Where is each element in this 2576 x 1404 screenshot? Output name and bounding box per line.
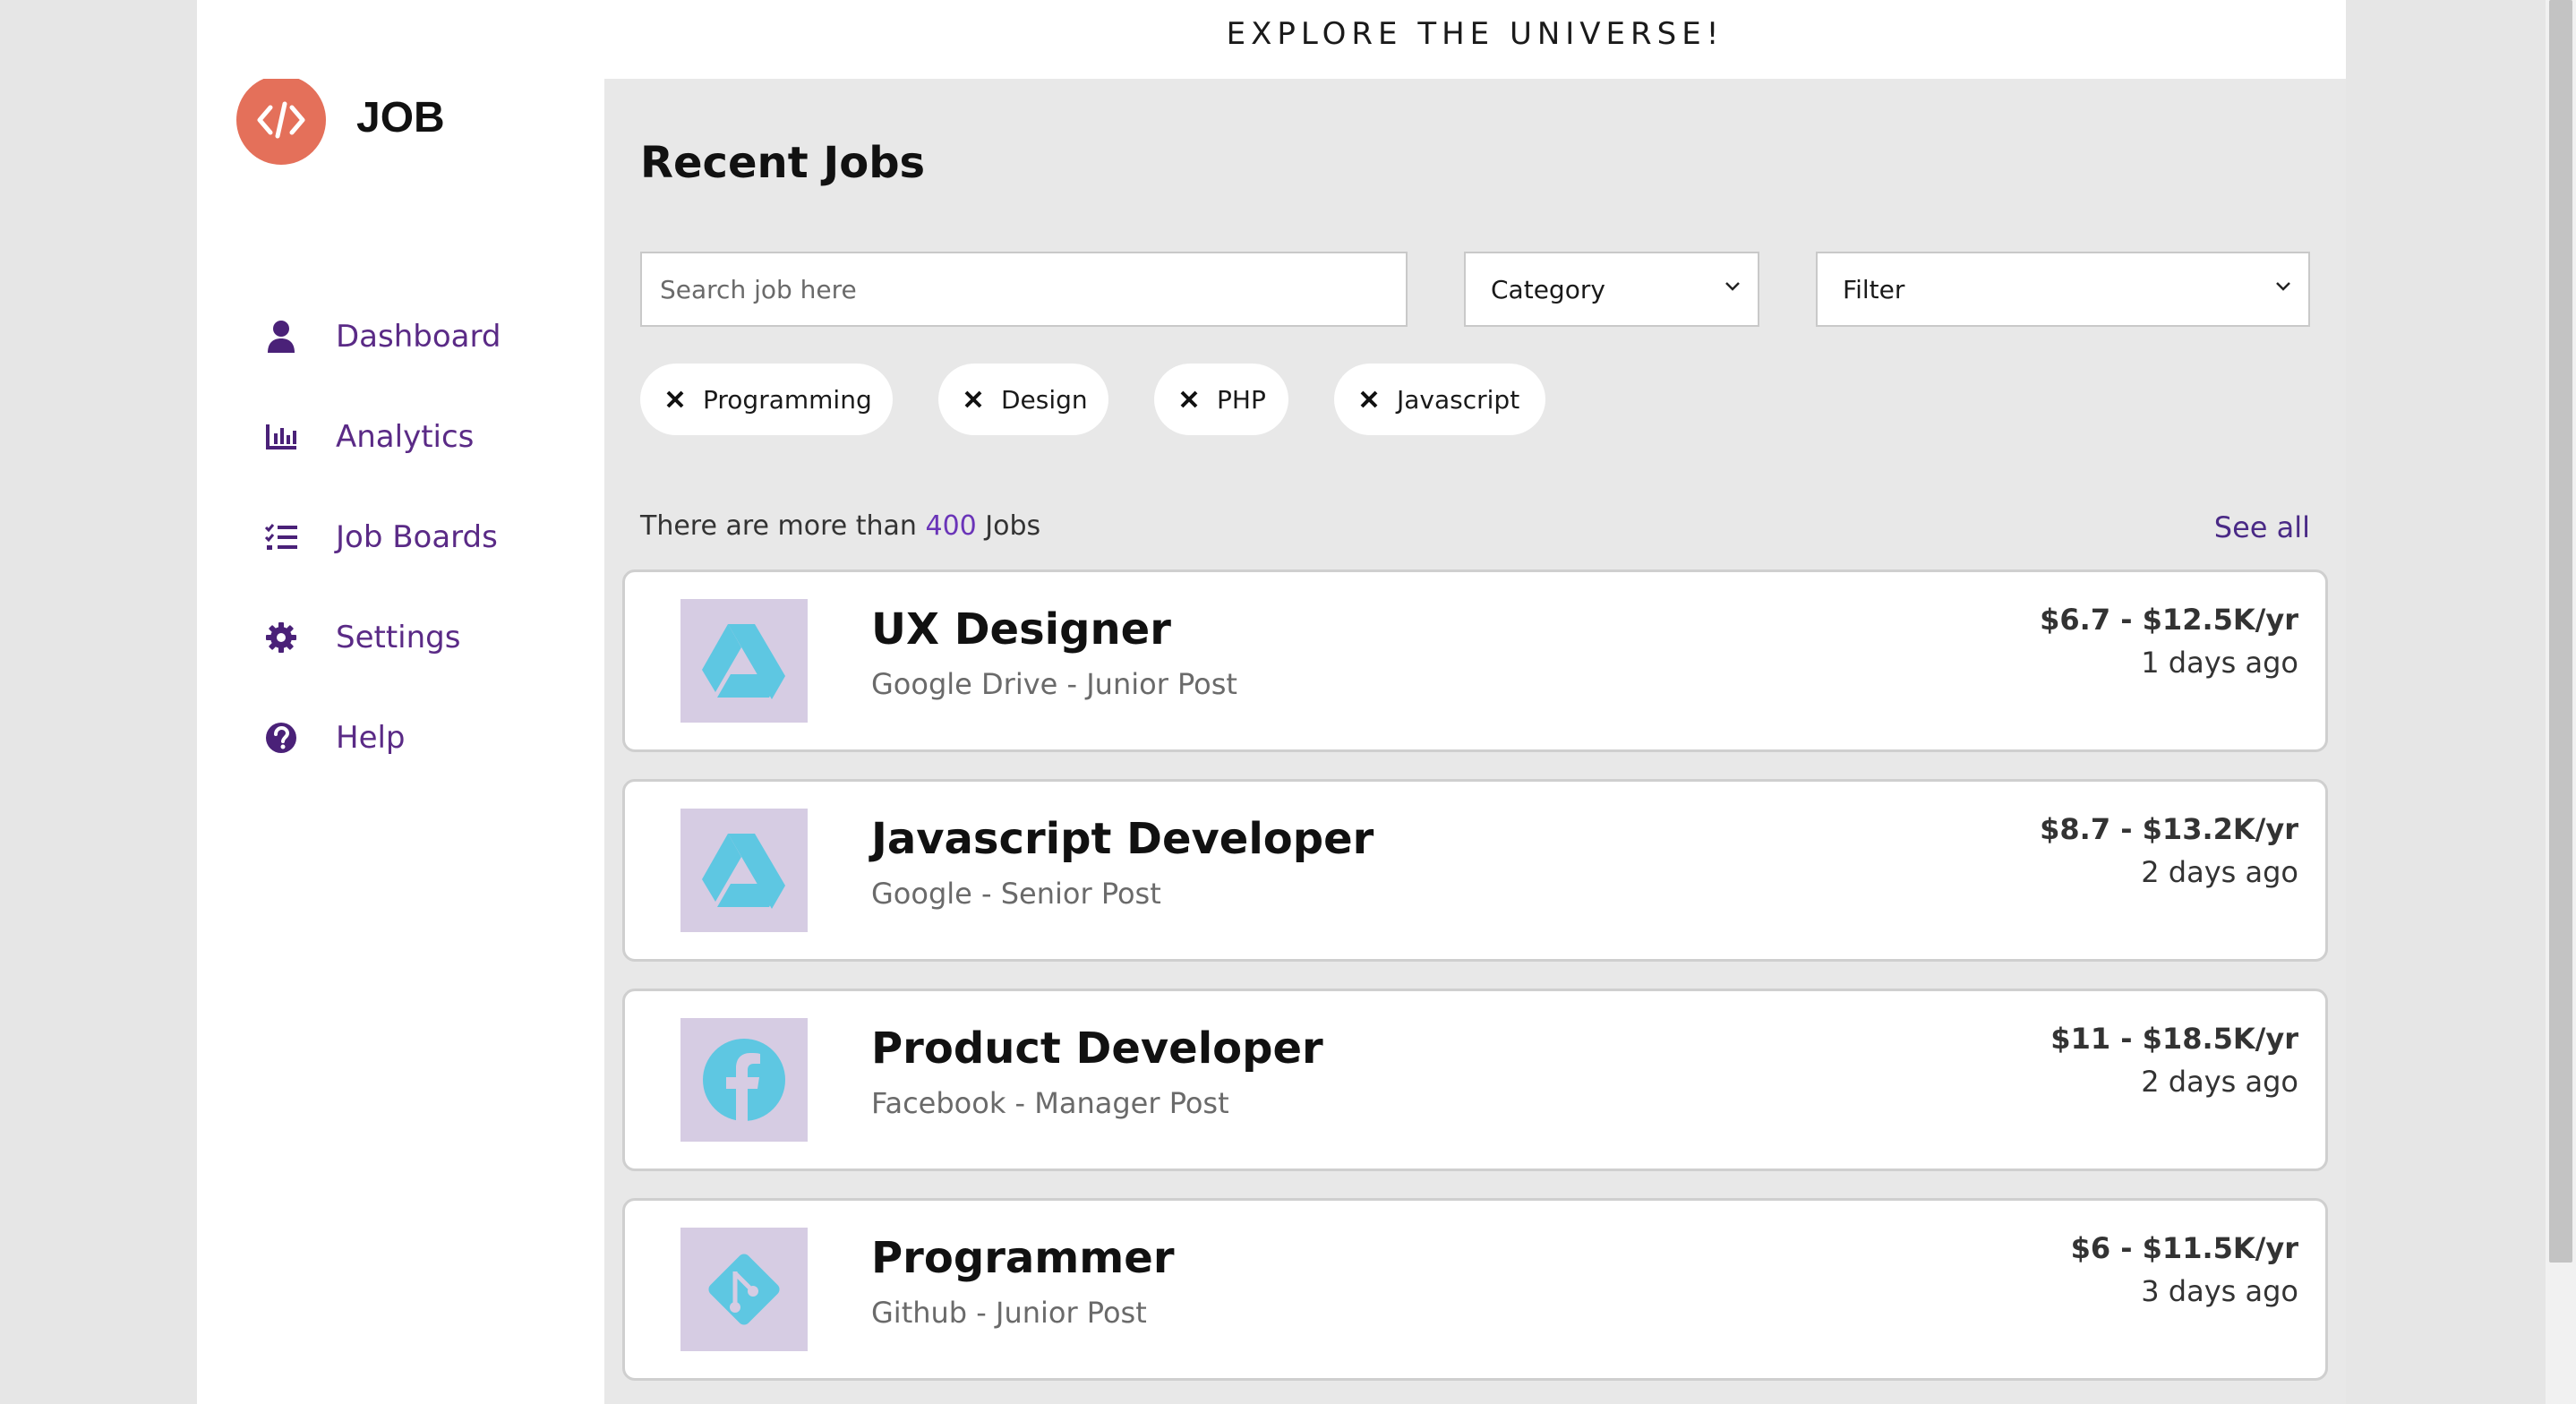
job-salary: $6 - $11.5K/yr	[2070, 1231, 2298, 1265]
close-icon[interactable]	[963, 390, 983, 409]
job-subtitle: Google - Senior Post	[871, 877, 1161, 911]
vertical-scrollbar[interactable]	[2546, 0, 2576, 1404]
facebook-icon	[680, 1018, 808, 1142]
sidebar-item-help[interactable]: Help	[197, 688, 604, 788]
tag-javascript[interactable]: Javascript	[1334, 364, 1545, 435]
job-count-suffix: Jobs	[976, 510, 1041, 542]
category-select-value: Category	[1491, 274, 1605, 304]
chevron-down-icon	[1725, 282, 1740, 291]
bar-chart-icon	[263, 419, 299, 455]
see-all-link[interactable]: See all	[2214, 510, 2310, 544]
google-drive-icon	[680, 809, 808, 932]
git-icon	[680, 1228, 808, 1351]
filter-select-value: Filter	[1843, 274, 1905, 304]
brand-name: JOB	[356, 94, 445, 141]
job-subtitle: Github - Junior Post	[871, 1296, 1147, 1330]
sidebar-item-dashboard[interactable]: Dashboard	[197, 287, 604, 387]
filter-select[interactable]: Filter	[1816, 252, 2310, 327]
job-posted-ago: 3 days ago	[2141, 1274, 2298, 1308]
tag-label: Programming	[703, 384, 872, 415]
tag-programming[interactable]: Programming	[640, 364, 893, 435]
job-card[interactable]: Product Developer Facebook - Manager Pos…	[622, 989, 2328, 1171]
job-card[interactable]: Javascript Developer Google - Senior Pos…	[622, 779, 2328, 962]
job-salary: $8.7 - $13.2K/yr	[2040, 812, 2298, 846]
sidebar-item-label: Job Boards	[336, 519, 498, 555]
job-posted-ago: 2 days ago	[2141, 855, 2298, 889]
search-input[interactable]	[640, 252, 1408, 327]
sidebar: JOB Dashboard Analytics Job Boards Setti…	[197, 0, 604, 1404]
tag-label: Design	[1001, 384, 1088, 415]
banner-text: EXPLORE THE UNIVERSE!	[1226, 16, 1724, 52]
gear-icon	[263, 620, 299, 655]
tag-label: PHP	[1217, 384, 1266, 415]
sidebar-item-analytics[interactable]: Analytics	[197, 387, 604, 487]
category-select[interactable]: Category	[1464, 252, 1759, 327]
tag-php[interactable]: PHP	[1154, 364, 1288, 435]
sidebar-item-job-boards[interactable]: Job Boards	[197, 487, 604, 587]
sidebar-item-label: Analytics	[336, 419, 475, 455]
brand-logo[interactable]	[236, 75, 326, 165]
page-title: Recent Jobs	[640, 138, 926, 188]
scrollbar-thumb[interactable]	[2549, 0, 2572, 1263]
tag-label: Javascript	[1397, 384, 1520, 415]
question-icon	[263, 720, 299, 756]
job-title: Javascript Developer	[871, 814, 1374, 864]
job-count-text: There are more than 400 Jobs	[640, 510, 1040, 542]
sidebar-item-label: Settings	[336, 620, 461, 655]
job-posted-ago: 1 days ago	[2141, 646, 2298, 680]
close-icon[interactable]	[1179, 390, 1199, 409]
job-salary: $6.7 - $12.5K/yr	[2040, 603, 2298, 637]
user-icon	[263, 319, 299, 355]
main-content: Recent Jobs Category Filter Programming	[604, 79, 2346, 1404]
job-subtitle: Facebook - Manager Post	[871, 1086, 1229, 1120]
job-title: UX Designer	[871, 604, 1171, 655]
job-subtitle: Google Drive - Junior Post	[871, 667, 1237, 701]
close-icon[interactable]	[665, 390, 685, 409]
checklist-icon	[263, 519, 299, 555]
tag-design[interactable]: Design	[938, 364, 1108, 435]
job-posted-ago: 2 days ago	[2141, 1065, 2298, 1099]
chevron-down-icon	[2276, 282, 2290, 291]
page: JOB Dashboard Analytics Job Boards Setti…	[197, 0, 2346, 1404]
job-card[interactable]: UX Designer Google Drive - Junior Post $…	[622, 569, 2328, 752]
job-salary: $11 - $18.5K/yr	[2050, 1022, 2298, 1056]
job-title: Product Developer	[871, 1023, 1323, 1074]
top-banner: EXPLORE THE UNIVERSE!	[197, 0, 2346, 79]
sidebar-item-label: Dashboard	[336, 319, 501, 355]
code-icon	[257, 101, 305, 139]
sidebar-item-label: Help	[336, 720, 406, 756]
close-icon[interactable]	[1359, 390, 1379, 409]
job-title: Programmer	[871, 1233, 1175, 1283]
google-drive-icon	[680, 599, 808, 723]
sidebar-nav: Dashboard Analytics Job Boards Settings …	[197, 287, 604, 788]
job-count-number: 400	[925, 510, 977, 542]
sidebar-item-settings[interactable]: Settings	[197, 587, 604, 688]
job-count-prefix: There are more than	[640, 510, 926, 542]
job-card[interactable]: Programmer Github - Junior Post $6 - $11…	[622, 1198, 2328, 1381]
